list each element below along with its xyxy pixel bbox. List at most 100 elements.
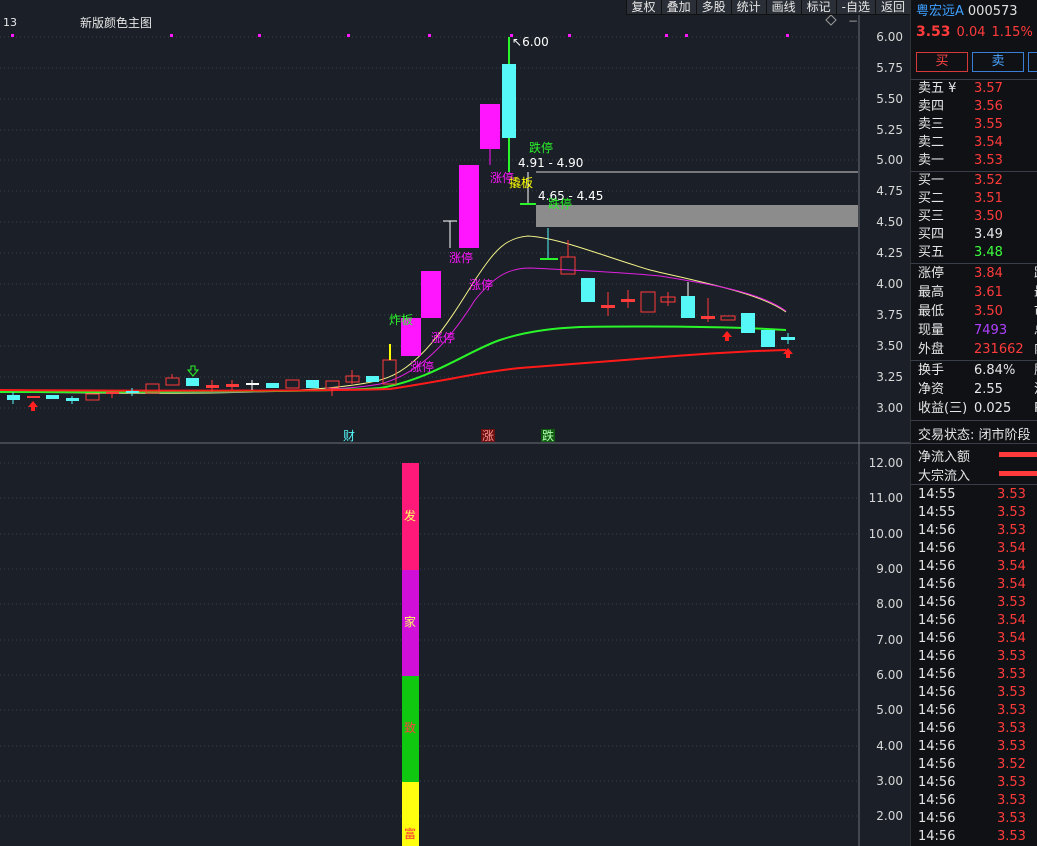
stat-turnover: 换手6.84%股 <box>918 363 1037 378</box>
tick-row: 14:56 3.53 <box>918 667 1026 682</box>
draw-line-button[interactable]: 画线 <box>765 0 801 15</box>
tick-row: 14:56 3.53 <box>918 739 1026 754</box>
buy-button[interactable]: 买 <box>916 52 968 72</box>
bid-row-5[interactable]: 买五 3.48 <box>916 244 1036 262</box>
stat-outer: 外盘231662内 <box>918 342 1037 357</box>
svg-text:9.00: 9.00 <box>876 562 903 576</box>
bid-row-4[interactable]: 买四 3.49 <box>916 226 1036 244</box>
mark-button[interactable]: 标记 <box>800 0 836 15</box>
svg-text:7.00: 7.00 <box>876 633 903 647</box>
stat-volume: 现量7493总 <box>918 323 1037 338</box>
svg-text:4.50: 4.50 <box>876 215 903 229</box>
svg-text:5.50: 5.50 <box>876 92 903 106</box>
stock-title: 粤宏远A 000573 <box>916 0 1018 19</box>
svg-text:财: 财 <box>343 429 355 443</box>
stats-button[interactable]: 统计 <box>730 0 766 15</box>
svg-text:撬板: 撬板 <box>509 176 533 190</box>
left-number: 13 <box>3 16 17 29</box>
stock-name[interactable]: 粤宏远A <box>916 4 964 19</box>
svg-text:跌停: 跌停 <box>529 140 553 155</box>
kline-chart-area[interactable]: 13 新版颜色主图 ↖6.00 4.91 - 4.90 4.65 - 4.45 … <box>0 0 910 846</box>
more-trade-button[interactable] <box>1028 52 1037 72</box>
net-inflow-label: 净流入额 <box>918 450 971 465</box>
svg-text:富: 富 <box>404 826 416 841</box>
tick-row: 14:56 3.53 <box>918 703 1026 718</box>
block-inflow-label: 大宗流入 <box>918 469 971 484</box>
svg-text:6.00: 6.00 <box>876 668 903 682</box>
ask-row-1[interactable]: 卖一 3.53 <box>916 152 1036 170</box>
svg-text:5.00: 5.00 <box>876 703 903 717</box>
tick-row: 14:56 3.53 <box>918 595 1026 610</box>
kline-svg[interactable]: 13 新版颜色主图 ↖6.00 4.91 - 4.90 4.65 - 4.45 … <box>0 0 910 846</box>
bid-row-2[interactable]: 买二 3.51 <box>916 190 1036 208</box>
stat-low: 最低3.50市 <box>918 304 1037 319</box>
tick-row: 14:56 3.54 <box>918 613 1026 628</box>
trade-state: 交易状态: 闭市阶段 <box>918 428 1031 443</box>
bid-row-1[interactable]: 买一 3.52 <box>916 172 1036 190</box>
resistance-zone <box>536 205 858 227</box>
top-price-label: ↖6.00 <box>512 35 549 49</box>
svg-text:跌: 跌 <box>542 428 554 443</box>
stat-net-asset: 净资2.55流 <box>918 382 1037 397</box>
svg-text:5.75: 5.75 <box>876 61 903 75</box>
svg-text:涨停: 涨停 <box>469 277 493 292</box>
sell-button[interactable]: 卖 <box>972 52 1024 72</box>
ask-row-3[interactable]: 卖三 3.55 <box>916 116 1036 134</box>
tick-row: 14:56 3.54 <box>918 631 1026 646</box>
tick-row: 14:56 3.52 <box>918 757 1026 772</box>
ask-row-4[interactable]: 卖四 3.56 <box>916 98 1036 116</box>
svg-text:4.25: 4.25 <box>876 246 903 260</box>
price-summary: 3.53 0.04 1.15% <box>916 24 1037 40</box>
svg-text:4.00: 4.00 <box>876 277 903 291</box>
block-inflow-bar <box>999 471 1037 476</box>
svg-text:炸板: 炸板 <box>389 313 413 327</box>
svg-text:5.00: 5.00 <box>876 153 903 167</box>
svg-text:发: 发 <box>404 508 416 523</box>
svg-text:12.00: 12.00 <box>869 456 903 470</box>
svg-text:6.00: 6.00 <box>876 30 903 44</box>
tick-row: 14:56 3.54 <box>918 541 1026 556</box>
bid-row-3[interactable]: 买三 3.50 <box>916 208 1036 226</box>
svg-text:4.00: 4.00 <box>876 739 903 753</box>
quote-panel: 粤宏远A 000573 3.53 0.04 1.15% 买 卖 卖五 ¥3.57 卖四… <box>910 0 1037 846</box>
svg-text:3.00: 3.00 <box>876 774 903 788</box>
svg-text:涨: 涨 <box>482 428 494 443</box>
svg-text:3.00: 3.00 <box>876 401 903 415</box>
price-change: 0.04 <box>956 25 986 40</box>
minus-icon[interactable]: − <box>848 14 858 28</box>
tick-row: 14:56 3.54 <box>918 577 1026 592</box>
svg-text:4.75: 4.75 <box>876 184 903 198</box>
svg-text:涨停: 涨停 <box>431 330 455 345</box>
remove-watchlist-button[interactable]: -自选 <box>835 0 875 15</box>
trade-buttons: 买 卖 <box>916 52 1037 72</box>
tick-row: 14:56 3.53 <box>918 811 1026 826</box>
stat-limit-up: 涨停3.84跌 <box>918 266 1037 281</box>
divider <box>911 420 1037 421</box>
svg-text:致: 致 <box>404 721 416 735</box>
svg-text:家: 家 <box>404 614 416 629</box>
divider <box>911 263 1037 264</box>
stat-eps: 收益(三)0.025PE <box>918 401 1037 416</box>
divider <box>911 484 1037 485</box>
svg-text:11.00: 11.00 <box>869 491 903 505</box>
chart-toolbar: 复权 叠加 多股 统计 画线 标记 -自选 返回 <box>625 0 910 15</box>
overlay-button[interactable]: 叠加 <box>660 0 696 15</box>
multi-stock-button[interactable]: 多股 <box>695 0 731 15</box>
net-inflow-bar <box>999 452 1037 457</box>
stat-high: 最高3.61最 <box>918 285 1037 300</box>
fuquan-button[interactable]: 复权 <box>625 0 661 15</box>
svg-text:3.25: 3.25 <box>876 370 903 384</box>
range-label-1: 4.91 - 4.90 <box>518 156 583 170</box>
tick-row: 14:56 3.53 <box>918 793 1026 808</box>
svg-text:10.00: 10.00 <box>869 527 903 541</box>
price-change-pct: 1.15% <box>991 25 1033 40</box>
fortune-bar: 发 家 致 富 <box>402 463 419 846</box>
divider <box>911 360 1037 361</box>
ask-row-2[interactable]: 卖二 3.54 <box>916 134 1036 152</box>
tick-row: 14:56 3.53 <box>918 829 1026 844</box>
chart-background <box>0 0 910 846</box>
ask-row-5[interactable]: 卖五 ¥3.57 <box>916 80 1036 98</box>
back-button[interactable]: 返回 <box>874 0 910 15</box>
svg-text:涨停: 涨停 <box>449 250 473 265</box>
tick-row: 14:56 3.54 <box>918 559 1026 574</box>
